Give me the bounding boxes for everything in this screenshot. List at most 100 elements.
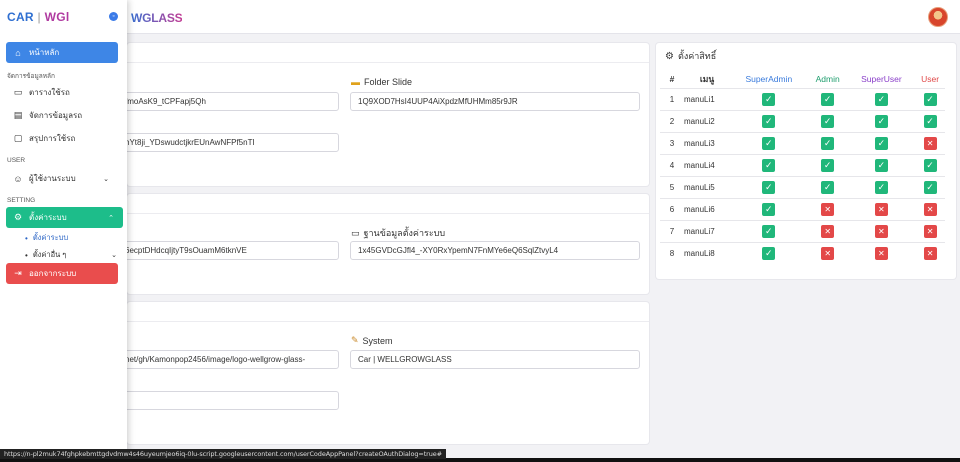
sidebar-item-settings[interactable]: ⚙ ตั้งค่าระบบ ⌃ (6, 207, 123, 228)
bullet-icon: • (25, 250, 28, 260)
permission-cell: ✓ (730, 175, 808, 198)
checkbox-checked-icon[interactable]: ✓ (762, 114, 776, 128)
checkbox-checked-icon[interactable]: ✓ (762, 180, 776, 194)
permission-cell: ✓ (915, 153, 945, 176)
checkbox-checked-icon[interactable]: ✓ (762, 202, 776, 216)
checkbox-checked-icon[interactable]: ✓ (821, 114, 835, 128)
chevron-down-icon: ⌄ (103, 175, 109, 183)
checkbox-checked-icon[interactable]: ✓ (874, 136, 888, 150)
checkbox-denied-icon[interactable]: ✕ (874, 202, 888, 216)
table-row: 6 manuLi6 ✓ ✕ ✕ ✕ (660, 197, 945, 220)
settings-field-3[interactable]: 6ecptDHdcqIjtyT9sOuamM6tknVE (117, 241, 339, 260)
sidebar-subitem-other-settings[interactable]: • ตั้งค่าอื่น ๆ ⌄ (25, 249, 117, 261)
settings-field-empty[interactable] (117, 391, 339, 410)
checkbox-checked-icon[interactable]: ✓ (923, 158, 937, 172)
checkbox-checked-icon[interactable]: ✓ (821, 180, 835, 194)
permission-cell: ✕ (847, 219, 916, 242)
settings-field-2[interactable]: hYt8ji_YDswudctjkrEUnAwNFPf5nTI (117, 133, 339, 152)
db-settings-input[interactable]: 1x45GVDcGJfl4_-XY0RxYpemN7FnMYe6eQ6SqlZt… (350, 241, 640, 260)
checkbox-checked-icon[interactable]: ✓ (762, 246, 776, 260)
permission-cell: ✓ (730, 87, 808, 110)
checkbox-denied-icon[interactable]: ✕ (821, 246, 835, 260)
checkbox-checked-icon[interactable]: ✓ (762, 92, 776, 106)
permission-cell: ✓ (807, 153, 848, 176)
table-row: 7 manuLi7 ✓ ✕ ✕ ✕ (660, 219, 945, 242)
app-logo[interactable]: CAR | WGl (7, 10, 70, 24)
checkbox-denied-icon[interactable]: ✕ (821, 224, 835, 238)
system-name-input[interactable]: Car | WELLGROWGLASS (350, 350, 640, 369)
section-label-setting: SETTING (7, 197, 36, 204)
table-row: 8 manuLi8 ✓ ✕ ✕ ✕ (660, 241, 945, 264)
menu-name: manuLi5 (684, 175, 730, 198)
checkbox-checked-icon[interactable]: ✓ (762, 158, 776, 172)
table-row: 2 manuLi2 ✓ ✓ ✓ ✓ (660, 109, 945, 132)
table-row: 1 manuLi1 ✓ ✓ ✓ ✓ (660, 87, 945, 110)
document-icon: ▢ (13, 133, 23, 143)
logout-icon: ⇥ (14, 268, 22, 278)
permission-cell: ✓ (847, 109, 916, 132)
checkbox-checked-icon[interactable]: ✓ (923, 114, 937, 128)
sidebar-item-car-summary[interactable]: ▢ สรุปการใช้รถ (6, 128, 118, 149)
checkbox-checked-icon[interactable]: ✓ (762, 136, 776, 150)
sidebar-subitem-system-settings[interactable]: • ตั้งค่าระบบ (25, 232, 68, 244)
sidebar-item-home[interactable]: ⌂ หน้าหลัก (6, 42, 118, 63)
checkbox-checked-icon[interactable]: ✓ (874, 180, 888, 194)
settings-card-1 (127, 43, 649, 186)
checkbox-checked-icon[interactable]: ✓ (821, 92, 835, 106)
checkbox-checked-icon[interactable]: ✓ (762, 224, 776, 238)
card-header (127, 194, 649, 214)
checkbox-denied-icon[interactable]: ✕ (874, 224, 888, 238)
header-brand: WGLASS (131, 11, 183, 25)
top-bar: WGLASS (0, 0, 960, 34)
checkbox-checked-icon[interactable]: ✓ (923, 180, 937, 194)
logo-url-input[interactable]: net/gh/Kamonpop2456/image/logo-wellgrow-… (117, 350, 339, 369)
card-header (127, 43, 649, 63)
sidebar-item-users[interactable]: ☺ ผู้ใช้งานระบบ ⌄ (6, 168, 118, 189)
checkbox-checked-icon[interactable]: ✓ (874, 114, 888, 128)
checkbox-denied-icon[interactable]: ✕ (821, 202, 835, 216)
table-row: 3 manuLi3 ✓ ✓ ✓ ✕ (660, 131, 945, 154)
checkbox-denied-icon[interactable]: ✕ (923, 246, 937, 260)
permission-cell: ✕ (807, 197, 848, 220)
folder-slide-input[interactable]: 1Q9XOD7HsI4UUP4AiXpdzMfUHMm85r9JR (350, 92, 640, 111)
permission-cell: ✓ (807, 87, 848, 110)
memo-icon: ✎ (351, 335, 359, 345)
sidebar-collapse-icon[interactable]: ◦ (109, 12, 118, 21)
checkbox-checked-icon[interactable]: ✓ (874, 158, 888, 172)
checkbox-denied-icon[interactable]: ✕ (923, 136, 937, 150)
permission-cell: ✕ (807, 241, 848, 264)
permission-cell: ✓ (807, 131, 848, 154)
permission-cell: ✓ (730, 153, 808, 176)
settings-field-1[interactable]: fmoAsK9_tCPFapj5Qh (117, 92, 339, 111)
row-number: 8 (660, 241, 684, 264)
permission-cell: ✕ (807, 219, 848, 242)
checkbox-denied-icon[interactable]: ✕ (874, 246, 888, 260)
checkbox-checked-icon[interactable]: ✓ (821, 158, 835, 172)
db-settings-label: ▭ ฐานข้อมูลตั้งค่าระบบ (351, 227, 446, 239)
col-superuser: SuperUser (861, 74, 902, 85)
checkbox-checked-icon[interactable]: ✓ (821, 136, 835, 150)
checkbox-denied-icon[interactable]: ✕ (923, 224, 937, 238)
permission-cell: ✓ (807, 109, 848, 132)
logout-button[interactable]: ⇥ ออกจากระบบ (6, 263, 118, 284)
folder-slide-label: ▬ Folder Slide (351, 77, 413, 87)
permission-cell: ✕ (847, 197, 916, 220)
permission-cell: ✕ (915, 131, 945, 154)
menu-name: manuLi6 (684, 197, 730, 220)
avatar[interactable] (928, 7, 948, 27)
gear-icon: ⚙ (665, 50, 674, 62)
sidebar-item-car-data[interactable]: ▤ จัดการข้อมูลรถ (6, 105, 118, 126)
row-number: 2 (660, 109, 684, 132)
row-number: 1 (660, 87, 684, 110)
checkbox-checked-icon[interactable]: ✓ (874, 92, 888, 106)
checkbox-denied-icon[interactable]: ✕ (923, 202, 937, 216)
row-number: 5 (660, 175, 684, 198)
chevron-up-icon: ⌃ (108, 214, 114, 222)
permissions-header-row: # เมนู SuperAdmin Admin SuperUser User (660, 71, 945, 88)
bullet-icon: • (25, 233, 28, 243)
row-number: 4 (660, 153, 684, 176)
col-admin: Admin (815, 74, 840, 85)
sidebar-item-car-schedule[interactable]: ▭ ตารางใช้รถ (6, 82, 118, 103)
checkbox-checked-icon[interactable]: ✓ (923, 92, 937, 106)
permission-cell: ✕ (915, 241, 945, 264)
